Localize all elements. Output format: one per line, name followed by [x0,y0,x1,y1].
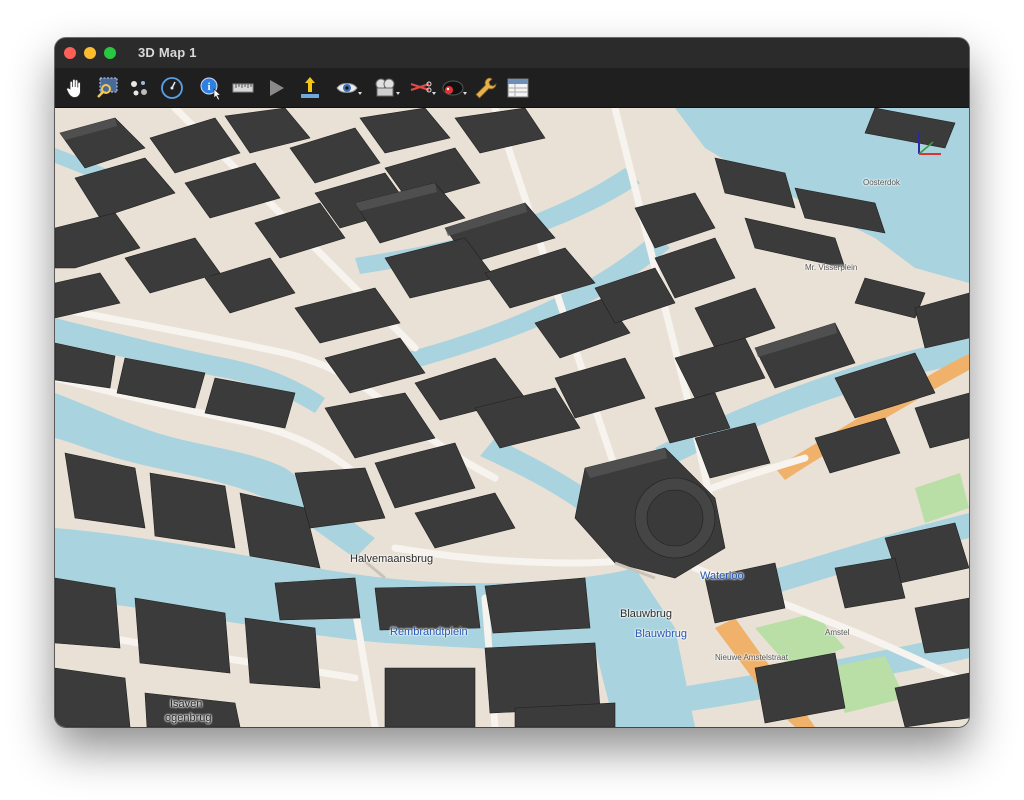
label-isaven: Isaven [170,698,203,710]
title-bar: 3D Map 1 [55,38,969,68]
vertical-exaggeration-icon[interactable] [296,74,324,102]
play-icon[interactable] [262,74,290,102]
close-button[interactable] [64,47,76,59]
minimize-button[interactable] [84,47,96,59]
label-amstel: Amstel [825,628,850,637]
label-blauwbrug: Blauwbrug [620,608,672,620]
camera-view-eye-icon[interactable] [335,74,363,102]
svg-text:i: i [207,81,210,93]
settings-wrench-icon[interactable] [472,74,500,102]
info-icon[interactable]: i [197,74,225,102]
zoom-region-icon[interactable] [93,74,121,102]
label-oosterdok: Oosterdok [863,178,900,187]
map-window: 3D Map 1 i Halvemaansbrug Rembrandtplein… [55,38,969,727]
label-halvemaansbrug: Halvemaansbrug [350,553,434,565]
record-camera-icon[interactable] [373,74,401,102]
rotate-view-icon[interactable] [158,74,186,102]
label-mr-visserplein: Mr. Visserplein [805,263,858,272]
label-blauwbrug-2: Blauwbrug [635,628,687,640]
select-nodes-icon[interactable] [125,74,153,102]
label-nieuwe-amstelstraat: Nieuwe Amstelstraat [715,653,788,662]
pan-hand-icon[interactable] [61,74,89,102]
attribute-table-icon[interactable] [504,74,532,102]
3d-map-view[interactable]: Halvemaansbrug Rembrandtplein Blauwbrug … [55,108,969,727]
toolbar: i [55,68,969,108]
window-title: 3D Map 1 [138,45,197,60]
measure-ruler-icon[interactable] [229,74,257,102]
label-ogenbrug: ogenbrug [165,712,212,724]
maximize-button[interactable] [104,47,116,59]
label-waterloo: Waterloo [700,570,744,582]
light-source-icon[interactable] [440,74,468,102]
orientation-axis-icon [918,132,941,155]
clip-scissors-icon[interactable] [409,74,437,102]
label-rembrandtplein: Rembrandtplein [390,626,468,638]
